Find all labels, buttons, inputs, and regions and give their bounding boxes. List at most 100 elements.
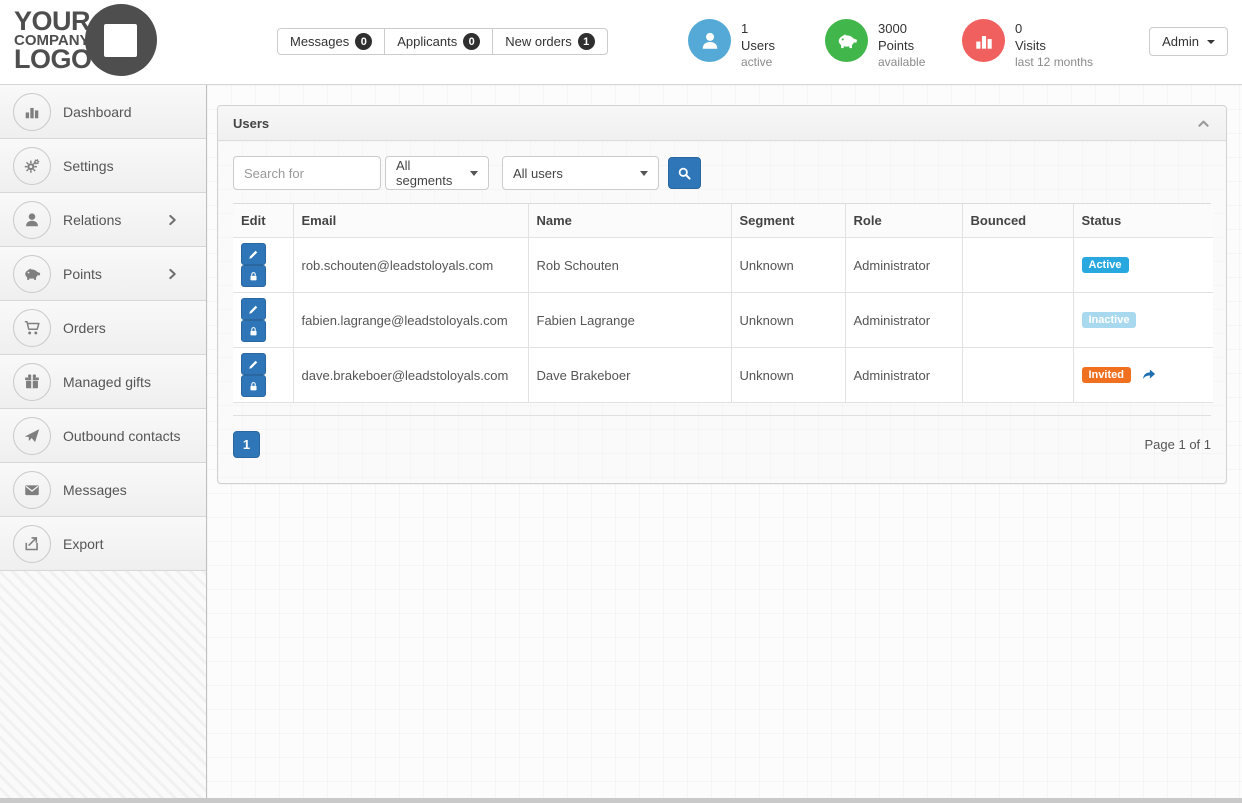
sidebar-item-label: Managed gifts [63,374,151,390]
edit-user-button[interactable] [241,243,266,265]
sidebar-item-label: Relations [63,212,121,228]
count-badge: 0 [463,33,480,50]
segment-cell: Unknown [731,293,845,348]
gift-icon [13,363,51,401]
nav-button-applicants[interactable]: Applicants 0 [384,28,493,55]
stat-sublabel: available [878,55,925,71]
logo-mark [85,4,157,76]
caret-down-icon [470,171,478,176]
lock-icon [247,380,260,393]
logo-square [104,24,137,57]
sidebar-item-relations[interactable]: Relations [0,193,206,247]
admin-label: Admin [1162,34,1199,49]
nav-button-label: Applicants [397,34,457,49]
count-badge: 0 [355,33,372,50]
user-icon [13,201,51,239]
edit-user-button[interactable] [241,353,266,375]
email-cell: rob.schouten@leadstoloyals.com [293,238,528,293]
users-panel-body: All segments All users [218,141,1226,483]
stat-label: Visits [1015,38,1093,55]
column-header-segment: Segment [731,204,845,238]
bounced-cell [962,293,1073,348]
users-panel: Users All segments All users [217,105,1227,484]
sidebar-item-orders[interactable]: Orders [0,301,206,355]
chevron-right-icon [165,212,180,227]
header-stats: 1 Users active 3000 Points available 0 Vis… [688,19,1099,70]
caret-down-icon [1207,40,1215,44]
user-icon [688,19,731,62]
table-row: fabien.lagrange@leadstoloyals.comFabien … [233,293,1213,348]
nav-button-messages[interactable]: Messages0 [277,28,385,55]
pagination: 1 Page 1 of 1 [233,415,1211,468]
pencil-icon [247,248,260,261]
sidebar-item-outbound-contacts[interactable]: Outbound contacts [0,409,206,463]
segments-select-value: All segments [396,158,470,188]
logo-line: LOGO [14,48,92,71]
sidebar-item-points[interactable]: Points [0,247,206,301]
stat-users: 1 Users active [688,19,825,70]
sidebar-item-label: Points [63,266,102,282]
name-cell: Dave Brakeboer [528,348,731,403]
column-header-email: Email [293,204,528,238]
lock-user-button[interactable] [241,375,266,397]
envelope-icon [13,471,51,509]
stat-text: 3000 Points available [878,19,925,70]
sidebar-item-export[interactable]: Export [0,517,206,571]
stat-points: 3000 Points available [825,19,962,70]
stat-value: 3000 [878,21,925,38]
bounced-cell [962,348,1073,403]
status-badge: Inactive [1082,312,1137,328]
page-info: Page 1 of 1 [1145,437,1212,452]
page-1-button[interactable]: 1 [233,431,260,458]
top-header: YOUR COMPANY LOGO Messages0Applicants0Ne… [0,0,1242,85]
role-cell: Administrator [845,348,962,403]
stat-sublabel: last 12 months [1015,55,1093,71]
sidebar-item-label: Messages [63,482,127,498]
search-input[interactable] [233,156,381,190]
lock-icon [247,270,260,283]
segments-select[interactable]: All segments [385,156,489,190]
column-header-bounced: Bounced [962,204,1073,238]
segment-cell: Unknown [731,238,845,293]
caret-down-icon [640,171,648,176]
bar-chart-icon [13,93,51,131]
main-content: Users All segments All users [207,85,1242,803]
edit-user-button[interactable] [241,298,266,320]
search-button[interactable] [668,157,701,189]
users-panel-header: Users [218,106,1226,141]
bottom-scrollbar[interactable] [0,798,1242,803]
filter-bar: All segments All users [233,156,1211,190]
lock-user-button[interactable] [241,265,266,287]
status-cell: Invited [1073,348,1213,403]
nav-button-new-orders[interactable]: New orders1 [492,28,607,55]
column-header-edit: Edit [233,204,293,238]
chevron-up-icon[interactable] [1196,116,1211,131]
search-icon [677,166,692,181]
stat-text: 0 Visits last 12 months [1015,19,1093,70]
admin-menu-button[interactable]: Admin [1149,27,1228,56]
users-select[interactable]: All users [502,156,659,190]
bounced-cell [962,238,1073,293]
sidebar-item-messages[interactable]: Messages [0,463,206,517]
email-cell: dave.brakeboer@leadstoloyals.com [293,348,528,403]
sidebar-item-settings[interactable]: Settings [0,139,206,193]
sidebar: Dashboard Settings Relations Points Orders Ma… [0,85,207,803]
sidebar-item-managed-gifts[interactable]: Managed gifts [0,355,206,409]
edit-cell [233,293,293,348]
redo-arrow-icon[interactable] [1141,367,1157,383]
edit-cell [233,238,293,293]
stat-label: Points [878,38,925,55]
pencil-icon [247,358,260,371]
role-cell: Administrator [845,238,962,293]
column-header-role: Role [845,204,962,238]
stat-value: 0 [1015,21,1093,38]
column-header-status: Status [1073,204,1213,238]
email-cell: fabien.lagrange@leadstoloyals.com [293,293,528,348]
app-root: YOUR COMPANY LOGO Messages0Applicants0Ne… [0,0,1242,803]
sidebar-item-dashboard[interactable]: Dashboard [0,85,206,139]
panel-title: Users [233,116,269,131]
sidebar-item-label: Settings [63,158,114,174]
name-cell: Fabien Lagrange [528,293,731,348]
lock-user-button[interactable] [241,320,266,342]
header-nav-buttons: Messages0 Applicants 0 New orders1 [277,28,608,55]
